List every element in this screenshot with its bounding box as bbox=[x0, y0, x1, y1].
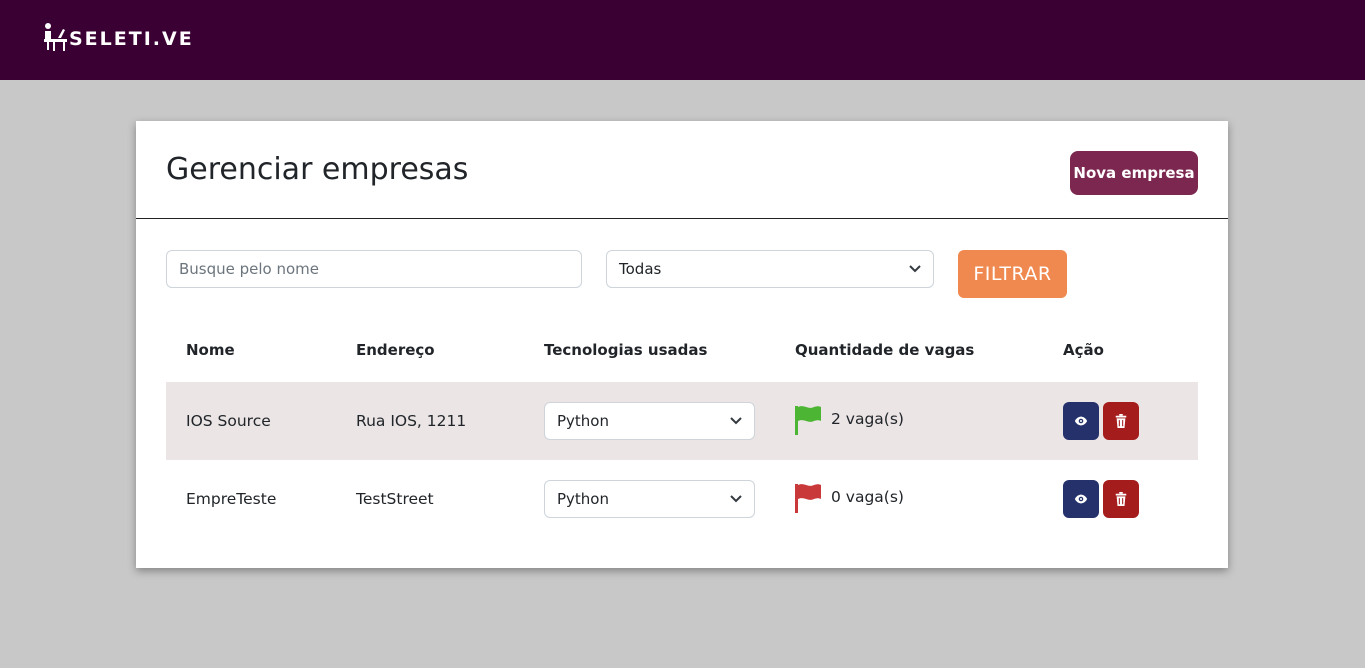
page-title: Gerenciar empresas bbox=[166, 152, 469, 187]
technologies-select[interactable]: Python bbox=[544, 480, 755, 518]
chevron-down-icon bbox=[730, 417, 742, 425]
table-row: IOS Source Rua IOS, 1211 Python 2 vaga(s… bbox=[166, 382, 1198, 460]
column-header-endereco: Endereço bbox=[356, 341, 435, 359]
eye-icon bbox=[1074, 494, 1088, 504]
view-button[interactable] bbox=[1063, 402, 1099, 440]
delete-button[interactable] bbox=[1103, 480, 1139, 518]
flag-icon bbox=[795, 406, 821, 435]
status-filter-select[interactable]: Todas bbox=[606, 250, 934, 288]
header-divider bbox=[136, 218, 1228, 219]
chevron-down-icon bbox=[909, 265, 921, 273]
trash-icon bbox=[1115, 414, 1127, 428]
chevron-down-icon bbox=[730, 495, 742, 503]
desk-person-icon bbox=[44, 23, 67, 51]
filter-button[interactable]: FILTRAR bbox=[958, 250, 1067, 298]
column-header-nome: Nome bbox=[186, 341, 235, 359]
trash-icon bbox=[1115, 492, 1127, 506]
company-name: EmpreTeste bbox=[186, 490, 277, 508]
flag-icon bbox=[795, 484, 821, 513]
column-header-vagas: Quantidade de vagas bbox=[795, 341, 975, 359]
delete-button[interactable] bbox=[1103, 402, 1139, 440]
brand-name: SELETI.VE bbox=[69, 28, 194, 50]
technologies-select-value: Python bbox=[557, 490, 609, 508]
company-address: Rua IOS, 1211 bbox=[356, 412, 467, 430]
companies-card: Gerenciar empresas Nova empresa Todas FI… bbox=[136, 121, 1228, 568]
technologies-select[interactable]: Python bbox=[544, 402, 755, 440]
company-name: IOS Source bbox=[186, 412, 271, 430]
column-header-acao: Ação bbox=[1063, 341, 1104, 359]
eye-icon bbox=[1074, 416, 1088, 426]
vacancies-count: 2 vaga(s) bbox=[831, 410, 904, 428]
technologies-select-value: Python bbox=[557, 412, 609, 430]
column-header-tecnologias: Tecnologias usadas bbox=[544, 341, 708, 359]
new-company-button[interactable]: Nova empresa bbox=[1070, 151, 1198, 195]
company-address: TestStreet bbox=[356, 490, 434, 508]
status-filter-value: Todas bbox=[619, 260, 662, 278]
search-input[interactable] bbox=[166, 250, 582, 288]
table-row: EmpreTeste TestStreet Python 0 vaga(s) bbox=[166, 460, 1198, 538]
top-navbar: SELETI.VE bbox=[0, 0, 1365, 80]
brand-logo[interactable]: SELETI.VE bbox=[42, 22, 194, 52]
view-button[interactable] bbox=[1063, 480, 1099, 518]
vacancies-count: 0 vaga(s) bbox=[831, 488, 904, 506]
